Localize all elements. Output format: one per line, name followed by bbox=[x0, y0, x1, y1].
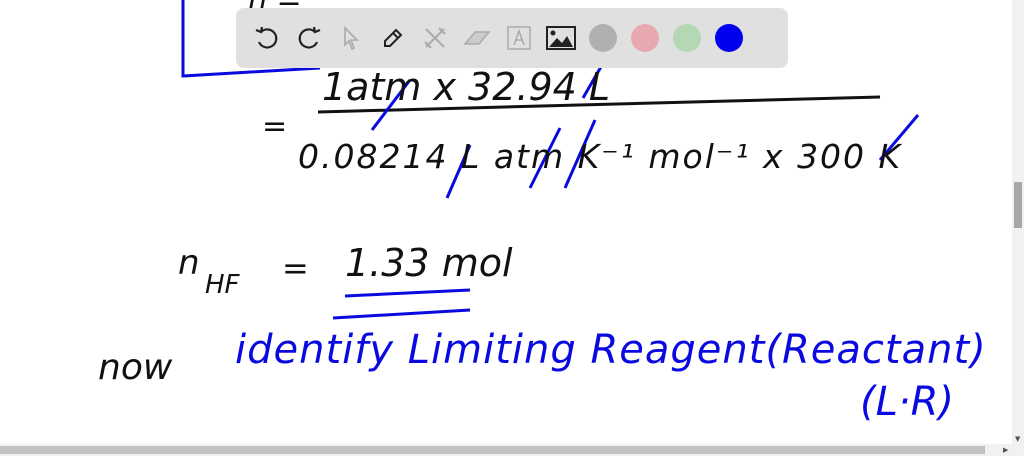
color-blue[interactable] bbox=[708, 17, 750, 59]
n-value: 1.33 mol bbox=[345, 241, 513, 285]
eraser-icon[interactable] bbox=[456, 17, 498, 59]
pen-icon[interactable] bbox=[372, 17, 414, 59]
equals-sign: = bbox=[262, 109, 288, 144]
numerator: 1atm x 32.94 L bbox=[322, 65, 611, 109]
vertical-scroll-thumb[interactable] bbox=[1014, 182, 1022, 228]
undo-icon[interactable] bbox=[246, 17, 288, 59]
abbrev-text: (L·R) bbox=[860, 379, 955, 425]
n-label: n bbox=[178, 243, 200, 283]
n-equals: = bbox=[282, 249, 309, 287]
text-icon[interactable] bbox=[498, 17, 540, 59]
color-pink[interactable] bbox=[624, 17, 666, 59]
identify-text: identify Limiting Reagent(Reactant) bbox=[235, 327, 987, 373]
select-icon[interactable] bbox=[330, 17, 372, 59]
image-icon[interactable] bbox=[540, 17, 582, 59]
now-word: now bbox=[98, 347, 173, 388]
scroll-down-arrow-icon[interactable]: ▼ bbox=[1015, 435, 1020, 443]
tools-icon[interactable] bbox=[414, 17, 456, 59]
color-green[interactable] bbox=[666, 17, 708, 59]
drawing-toolbar bbox=[236, 8, 788, 68]
redo-icon[interactable] bbox=[288, 17, 330, 59]
color-gray[interactable] bbox=[582, 17, 624, 59]
answer-underline bbox=[344, 288, 471, 298]
answer-underline bbox=[332, 308, 471, 320]
horizontal-scrollbar[interactable]: ▶ bbox=[0, 444, 1024, 456]
horizontal-scroll-thumb[interactable] bbox=[0, 446, 985, 454]
denominator: 0.08214 L atm K⁻¹ mol⁻¹ x 300 K bbox=[298, 137, 903, 176]
scroll-right-arrow-icon[interactable]: ▶ bbox=[1003, 446, 1008, 454]
n-subscript: HF bbox=[205, 270, 240, 300]
vertical-scrollbar[interactable]: ▼ bbox=[1012, 0, 1024, 444]
